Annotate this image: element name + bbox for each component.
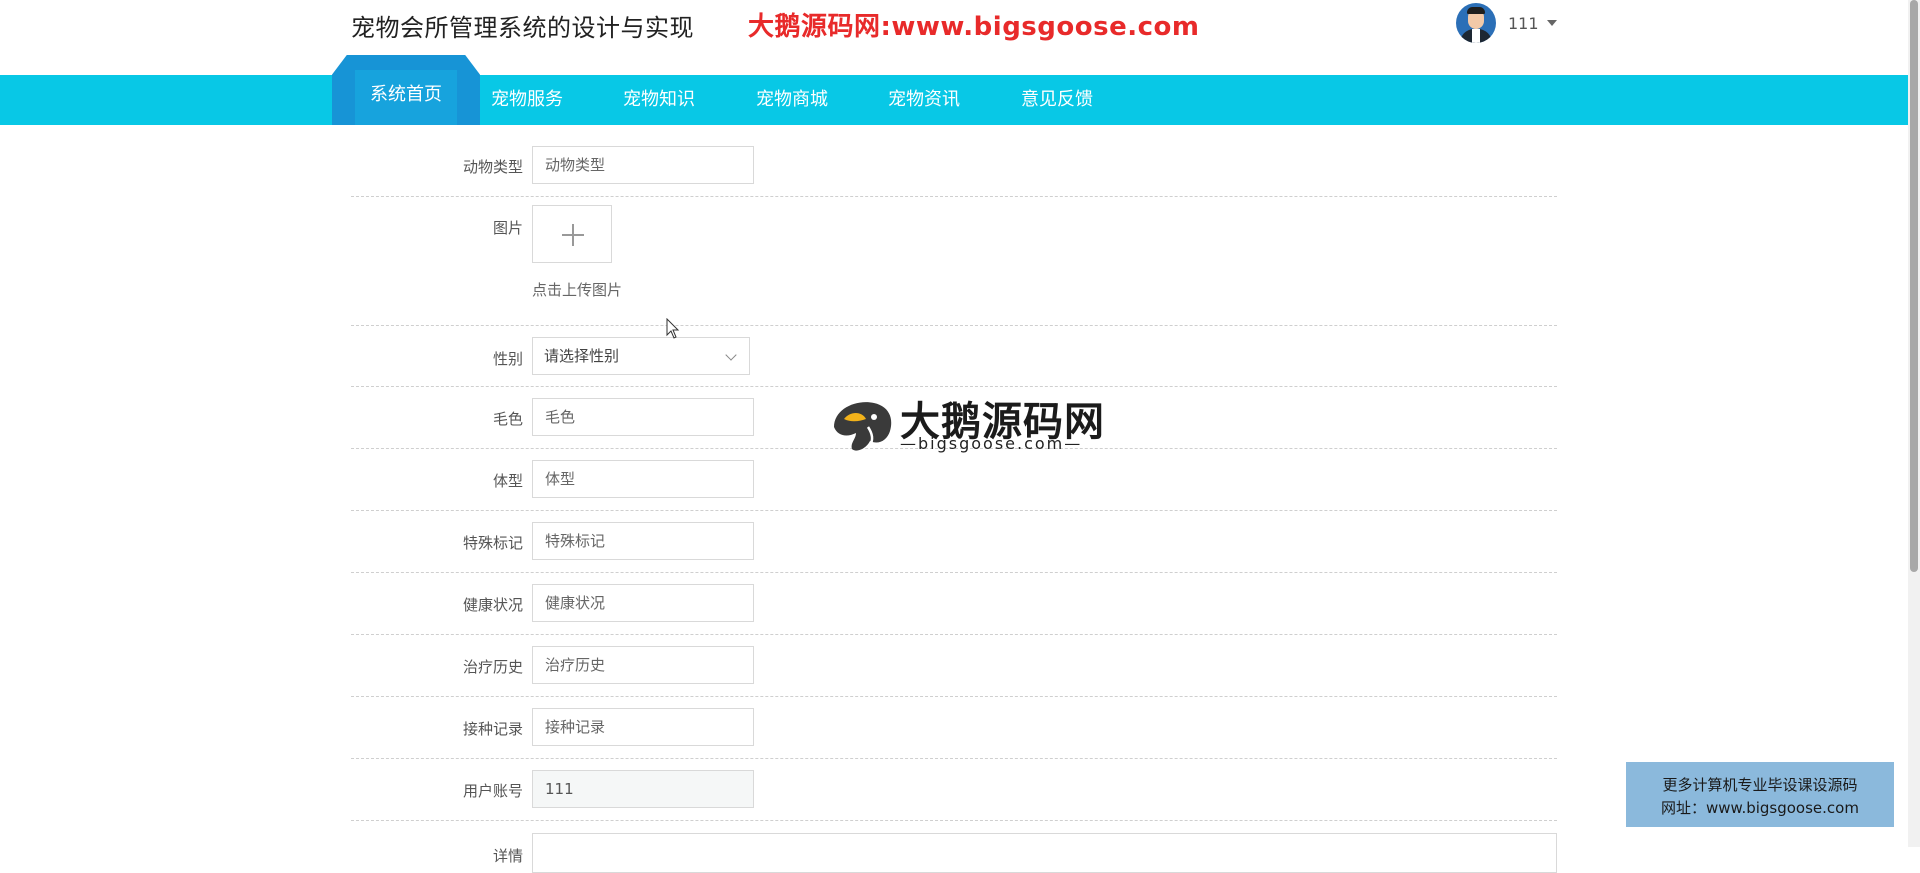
body-type-label: 体型 — [492, 472, 523, 490]
form-row-user-account: 用户账号 — [351, 759, 1557, 821]
picture-label: 图片 — [492, 219, 523, 237]
watermark-subtitle: —bigsgoose.com— — [900, 434, 1083, 453]
site-title: 宠物会所管理系统的设计与实现 — [351, 14, 694, 42]
user-account-input[interactable] — [532, 770, 754, 808]
upload-button[interactable] — [532, 205, 612, 263]
form-row-treatment-history: 治疗历史 — [351, 635, 1557, 697]
animal-type-label: 动物类型 — [462, 158, 523, 176]
user-account-label: 用户账号 — [462, 782, 523, 800]
upload-hint[interactable]: 点击上传图片 — [532, 279, 622, 300]
gender-select-value: 请选择性别 — [544, 347, 620, 365]
goose-logo-icon — [834, 402, 892, 451]
promo-line-2: 网址：www.bigsgoose.com — [1661, 799, 1859, 817]
form-row-gender: 性别 请选择性别 — [351, 326, 1557, 387]
special-marks-input[interactable] — [532, 522, 754, 560]
form-row-animal-type: 动物类型 — [351, 140, 1557, 197]
scrollbar[interactable] — [1908, 0, 1920, 847]
animal-type-input[interactable] — [532, 146, 754, 184]
treatment-history-label: 治疗历史 — [462, 658, 523, 676]
fur-color-label: 毛色 — [492, 410, 523, 428]
health-status-input[interactable] — [532, 584, 754, 622]
treatment-history-input[interactable] — [532, 646, 754, 684]
form-row-vaccination-record: 接种记录 — [351, 697, 1557, 759]
body-type-input[interactable] — [532, 460, 754, 498]
username[interactable]: 111 — [1508, 14, 1539, 33]
pet-form: 动物类型 图片 点击上传图片 性别 请选择性别 毛色 体型 特殊标记 健康状况 … — [351, 140, 1557, 873]
scrollbar-thumb[interactable] — [1910, 0, 1918, 572]
promo-text: 大鹅源码网:www.bigsgoose.com — [748, 12, 1200, 42]
gender-label: 性别 — [492, 350, 523, 368]
vaccination-record-input[interactable] — [532, 708, 754, 746]
gender-select[interactable]: 请选择性别 — [532, 337, 750, 375]
details-editor[interactable] — [532, 833, 1557, 873]
form-row-details: 详情 — [351, 821, 1557, 873]
nav-item-feedback[interactable]: 意见反馈 — [1021, 75, 1093, 125]
mouse-cursor-icon — [666, 318, 680, 339]
caret-down-icon[interactable] — [1546, 20, 1557, 26]
nav-item-pet-service[interactable]: 宠物服务 — [491, 75, 563, 125]
promo-line-1: 更多计算机专业毕设课设源码 — [1662, 776, 1858, 794]
vaccination-record-label: 接种记录 — [462, 720, 523, 738]
health-status-label: 健康状况 — [462, 596, 523, 614]
nav-item-home[interactable]: 系统首页 — [370, 70, 442, 120]
nav-item-pet-knowledge[interactable]: 宠物知识 — [623, 75, 695, 125]
form-row-special-marks: 特殊标记 — [351, 511, 1557, 573]
promo-box[interactable]: 更多计算机专业毕设课设源码 网址：www.bigsgoose.com — [1626, 762, 1894, 827]
nav-item-pet-news[interactable]: 宠物资讯 — [888, 75, 960, 125]
fur-color-input[interactable] — [532, 398, 754, 436]
header: 宠物会所管理系统的设计与实现 大鹅源码网:www.bigsgoose.com 1… — [0, 0, 1906, 75]
avatar[interactable] — [1456, 3, 1496, 43]
special-marks-label: 特殊标记 — [462, 534, 523, 552]
watermark-logo: 大鹅源码网 —bigsgoose.com— — [826, 393, 1104, 453]
form-row-picture: 图片 点击上传图片 — [351, 197, 1557, 326]
user-menu[interactable]: 111 — [1456, 2, 1557, 44]
nav-item-pet-mall[interactable]: 宠物商城 — [756, 75, 828, 125]
details-label: 详情 — [492, 847, 523, 865]
form-row-health-status: 健康状况 — [351, 573, 1557, 635]
chevron-down-icon — [725, 349, 737, 361]
form-row-body-type: 体型 — [351, 449, 1557, 511]
